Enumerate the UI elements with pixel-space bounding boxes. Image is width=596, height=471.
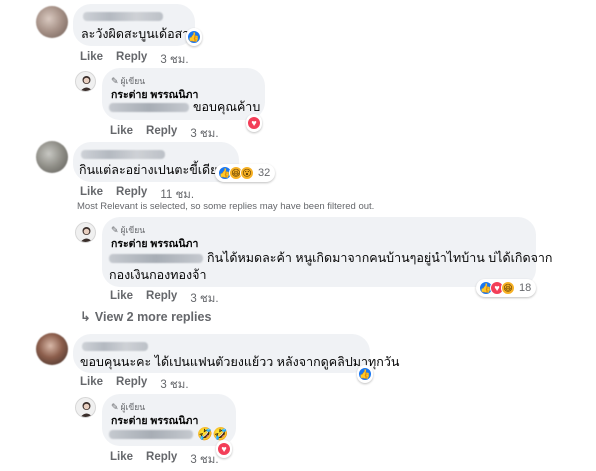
like-button[interactable]: Like xyxy=(110,125,133,143)
reply-timestamp[interactable]: 3 ชม. xyxy=(190,290,218,308)
reply-text-line-1: กินได้หมดละค้า หนูเกิดมาจากคนบ้านๆอยู่นำ… xyxy=(207,251,553,265)
reply-timestamp[interactable]: 3 ชม. xyxy=(190,125,218,143)
reply-actions: Like Reply 3 ชม. xyxy=(110,451,219,469)
tagged-name-blurred[interactable] xyxy=(109,103,189,113)
reply-text: ขอบคุณค้าบ xyxy=(193,100,261,114)
comment-timestamp[interactable]: 3 ชม. xyxy=(160,51,188,69)
comment-reactions[interactable]: 👍 xyxy=(357,365,373,383)
view-more-replies-label: View 2 more replies xyxy=(94,310,212,324)
filter-notice: Most Relevant is selected, so some repli… xyxy=(77,201,375,212)
comment-thread: ละวังผิดสะบูนเด้อสาว 👍 Like Reply 3 ชม. … xyxy=(0,0,596,471)
reply-bubble: ✎ ผู้เขียน กระต่าย พรรณนิภา ขอบคุณค้าบ xyxy=(102,68,265,120)
like-reaction-icon: 👍 xyxy=(358,367,372,381)
reaction-count: 18 xyxy=(519,282,532,294)
reply-button[interactable]: Reply xyxy=(116,376,147,394)
reply-actions: Like Reply 3 ชม. xyxy=(110,125,219,143)
reply-text-row: กินได้หมดละค้า หนูเกิดมาจากคนบ้านๆอยู่นำ… xyxy=(109,250,552,267)
commenter-name-blurred[interactable] xyxy=(81,150,165,159)
comment-bubble: ละวังผิดสะบูนเด้อสาว xyxy=(73,4,197,46)
reply-emoji: 🤣🤣 xyxy=(197,427,229,441)
commenter-avatar[interactable] xyxy=(36,6,68,38)
reply-text-row: ขอบคุณค้าบ xyxy=(109,99,260,116)
pencil-icon: ✎ xyxy=(111,75,119,86)
reply-bubble: ✎ ผู้เขียน กระต่าย พรรณนิภา กินได้หมดละค… xyxy=(102,217,552,287)
like-reaction-icon: 👍 xyxy=(187,30,201,44)
pencil-icon: ✎ xyxy=(111,401,119,412)
like-button[interactable]: Like xyxy=(110,451,133,469)
comment-actions: Like Reply 3 ชม. xyxy=(80,376,189,394)
commenter-name-blurred[interactable] xyxy=(83,12,163,21)
author-avatar[interactable] xyxy=(75,397,96,418)
author-avatar[interactable] xyxy=(75,71,96,92)
comment-reactions[interactable]: 👍 😆 😮 32 xyxy=(215,164,276,182)
reply-button[interactable]: Reply xyxy=(146,125,177,143)
reply-reactions[interactable]: 👍 ♥ 😆 18 xyxy=(476,279,537,297)
comment-text: กินแต่ละอย่างเปนตะขี้เดียด xyxy=(79,163,226,177)
like-button[interactable]: Like xyxy=(110,290,133,308)
reply-actions: Like Reply 3 ชม. xyxy=(110,290,219,308)
reply-text-row: 🤣🤣 xyxy=(109,426,228,443)
reaction-count: 32 xyxy=(258,167,271,179)
commenter-name-blurred[interactable] xyxy=(82,342,148,351)
commenter-avatar[interactable] xyxy=(36,333,68,365)
reply-timestamp[interactable]: 3 ชม. xyxy=(190,451,218,469)
haha-reaction-icon: 😆 xyxy=(501,281,515,295)
reply-button[interactable]: Reply xyxy=(146,451,177,469)
comment-reactions[interactable]: 👍 xyxy=(186,28,202,46)
like-button[interactable]: Like xyxy=(80,51,103,69)
wow-reaction-icon: 😮 xyxy=(240,166,254,180)
reply-button[interactable]: Reply xyxy=(116,51,147,69)
comment-bubble: ขอบคุนนะคะ ได้เปนแฟนตัวยงแย้วว หลังจากดู… xyxy=(73,334,399,373)
comment-actions: Like Reply 3 ชม. xyxy=(80,51,189,69)
comment-timestamp[interactable]: 3 ชม. xyxy=(160,376,188,394)
pencil-icon: ✎ xyxy=(111,224,119,235)
comment-text: ขอบคุนนะคะ ได้เปนแฟนตัวยงแย้วว หลังจากดู… xyxy=(80,355,400,369)
comment-text: ละวังผิดสะบูนเด้อสาว xyxy=(81,27,197,41)
like-button[interactable]: Like xyxy=(80,376,103,394)
view-more-replies[interactable]: ↳ View 2 more replies xyxy=(80,309,211,325)
comment-bubble: กินแต่ละอย่างเปนตะขี้เดียด xyxy=(73,142,239,182)
author-avatar[interactable] xyxy=(75,222,96,243)
love-reaction-icon: ♥ xyxy=(217,442,231,456)
reply-button[interactable]: Reply xyxy=(146,290,177,308)
reply-arrow-icon: ↳ xyxy=(80,309,91,324)
commenter-avatar[interactable] xyxy=(36,141,68,173)
reply-reactions[interactable]: ♥ xyxy=(246,114,262,132)
love-reaction-icon: ♥ xyxy=(247,116,261,130)
tagged-name-blurred[interactable] xyxy=(109,430,193,440)
reply-bubble: ✎ ผู้เขียน กระต่าย พรรณนิภา 🤣🤣 xyxy=(102,394,236,446)
tagged-name-blurred[interactable] xyxy=(109,254,203,264)
reply-text-line-2: กองเงินกองทองจ้า xyxy=(109,268,207,282)
